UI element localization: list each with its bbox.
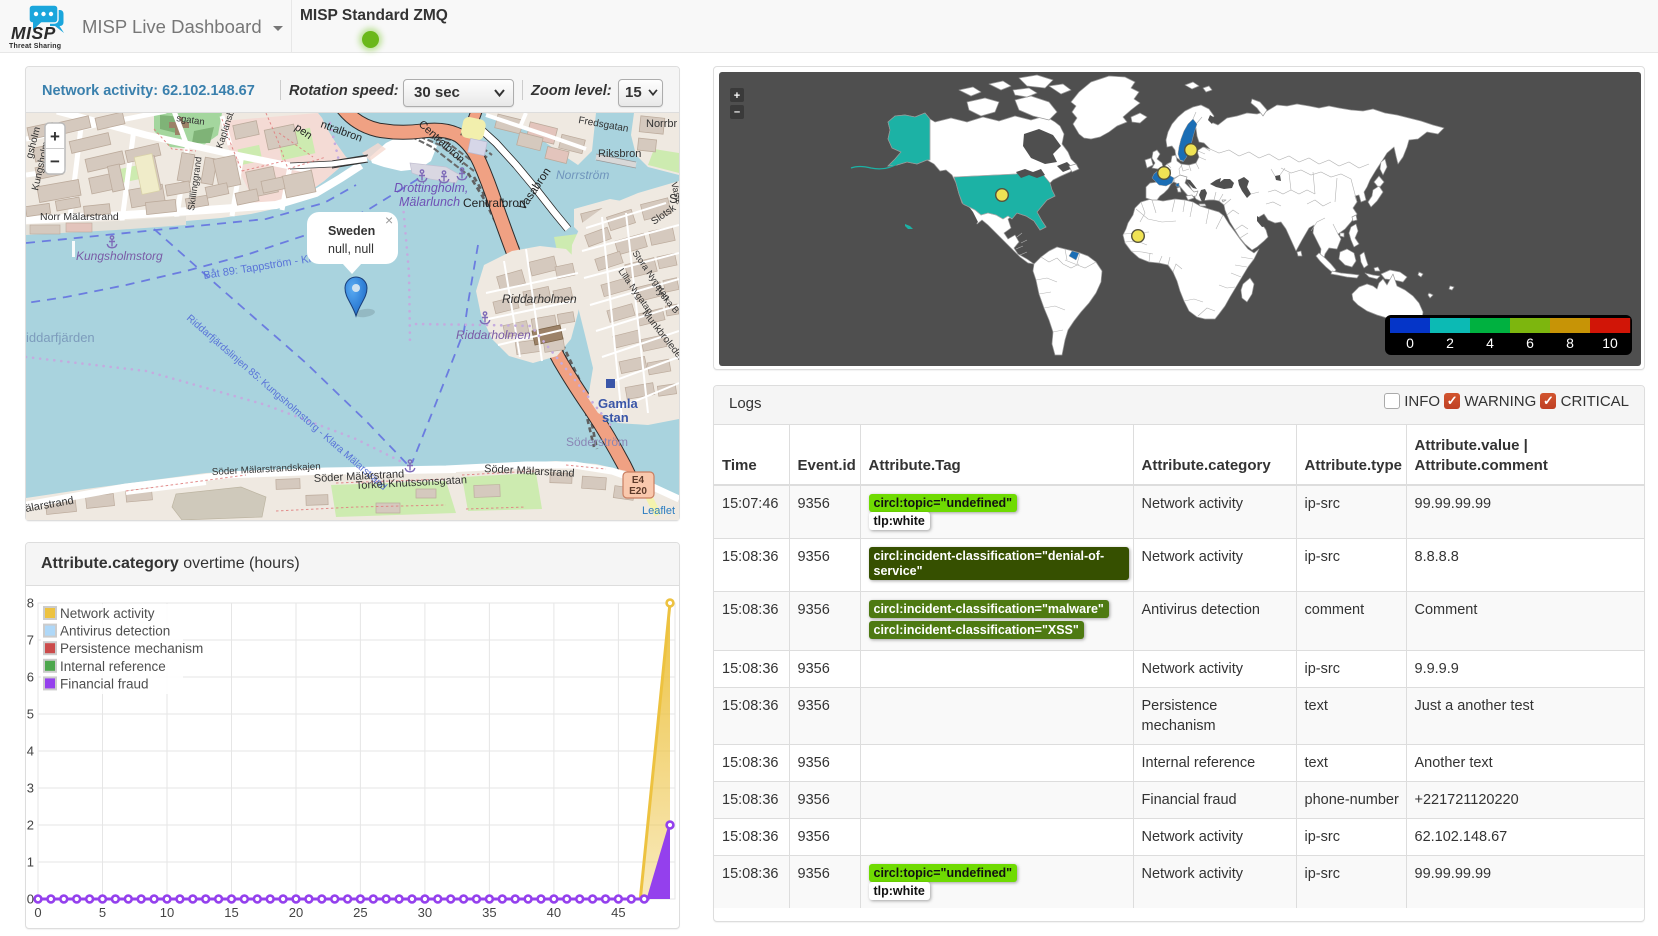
svg-text:6: 6 xyxy=(1526,335,1534,351)
svg-text:Persistence mechanism: Persistence mechanism xyxy=(60,641,203,656)
svg-text:Drottingholm,: Drottingholm, xyxy=(394,181,468,195)
svg-text:Financial fraud: Financial fraud xyxy=(60,676,149,691)
svg-text:+: + xyxy=(50,127,60,146)
svg-text:5: 5 xyxy=(27,707,34,722)
svg-text:6: 6 xyxy=(27,670,34,685)
svg-text:2: 2 xyxy=(27,818,34,833)
svg-text:45: 45 xyxy=(611,905,625,920)
svg-text:7: 7 xyxy=(27,633,34,648)
svg-text:stan: stan xyxy=(602,410,629,425)
svg-text:+: + xyxy=(734,90,740,102)
svg-text:Leaflet: Leaflet xyxy=(642,505,675,517)
svg-text:Norrström: Norrström xyxy=(556,168,609,182)
svg-text:0: 0 xyxy=(1406,335,1414,351)
svg-text:3: 3 xyxy=(27,781,34,796)
svg-text:Riksbron: Riksbron xyxy=(598,148,641,160)
svg-text:35: 35 xyxy=(482,905,496,920)
svg-text:Riddarholmen: Riddarholmen xyxy=(456,328,531,342)
svg-text:25: 25 xyxy=(353,905,367,920)
svg-text:–: – xyxy=(734,106,740,118)
svg-text:E4: E4 xyxy=(632,475,645,486)
svg-text:10: 10 xyxy=(1602,335,1618,351)
svg-text:8: 8 xyxy=(27,596,34,611)
svg-text:30: 30 xyxy=(418,905,432,920)
svg-text:Sweden: Sweden xyxy=(328,224,375,238)
svg-text:Norr Mälarstrand: Norr Mälarstrand xyxy=(40,211,119,223)
svg-text:Söderström: Söderström xyxy=(566,435,628,449)
svg-text:MISP: MISP xyxy=(11,23,56,43)
svg-text:iddarfjärden: iddarfjärden xyxy=(26,330,95,345)
svg-text:2: 2 xyxy=(1446,335,1454,351)
svg-text:Mälarlunch: Mälarlunch xyxy=(399,195,460,209)
svg-text:10: 10 xyxy=(160,905,174,920)
svg-text:Riddarholmen: Riddarholmen xyxy=(502,292,577,306)
svg-text:Network activity: Network activity xyxy=(60,606,155,621)
svg-text:E20: E20 xyxy=(629,486,647,497)
svg-text:15: 15 xyxy=(224,905,238,920)
svg-text:20: 20 xyxy=(289,905,303,920)
svg-text:Centralbron: Centralbron xyxy=(463,196,526,210)
svg-text:Antivirus detection: Antivirus detection xyxy=(60,624,170,639)
svg-text:−: − xyxy=(50,152,60,171)
svg-text:×: × xyxy=(385,212,393,228)
svg-text:Internal reference: Internal reference xyxy=(60,659,166,674)
svg-text:Kungsholmstorg: Kungsholmstorg xyxy=(76,249,163,263)
svg-text:40: 40 xyxy=(547,905,561,920)
svg-text:8: 8 xyxy=(1566,335,1574,351)
svg-text:Norrbr: Norrbr xyxy=(646,118,678,130)
svg-text:Gamla: Gamla xyxy=(598,396,639,411)
svg-text:1: 1 xyxy=(27,855,34,870)
svg-text:0: 0 xyxy=(27,892,34,907)
svg-text:4: 4 xyxy=(1486,335,1494,351)
svg-text:0: 0 xyxy=(34,905,41,920)
svg-text:Threat Sharing: Threat Sharing xyxy=(9,43,61,50)
svg-text:null, null: null, null xyxy=(328,242,374,256)
svg-text:St: St xyxy=(669,191,679,206)
svg-text:5: 5 xyxy=(99,905,106,920)
svg-text:4: 4 xyxy=(27,744,34,759)
